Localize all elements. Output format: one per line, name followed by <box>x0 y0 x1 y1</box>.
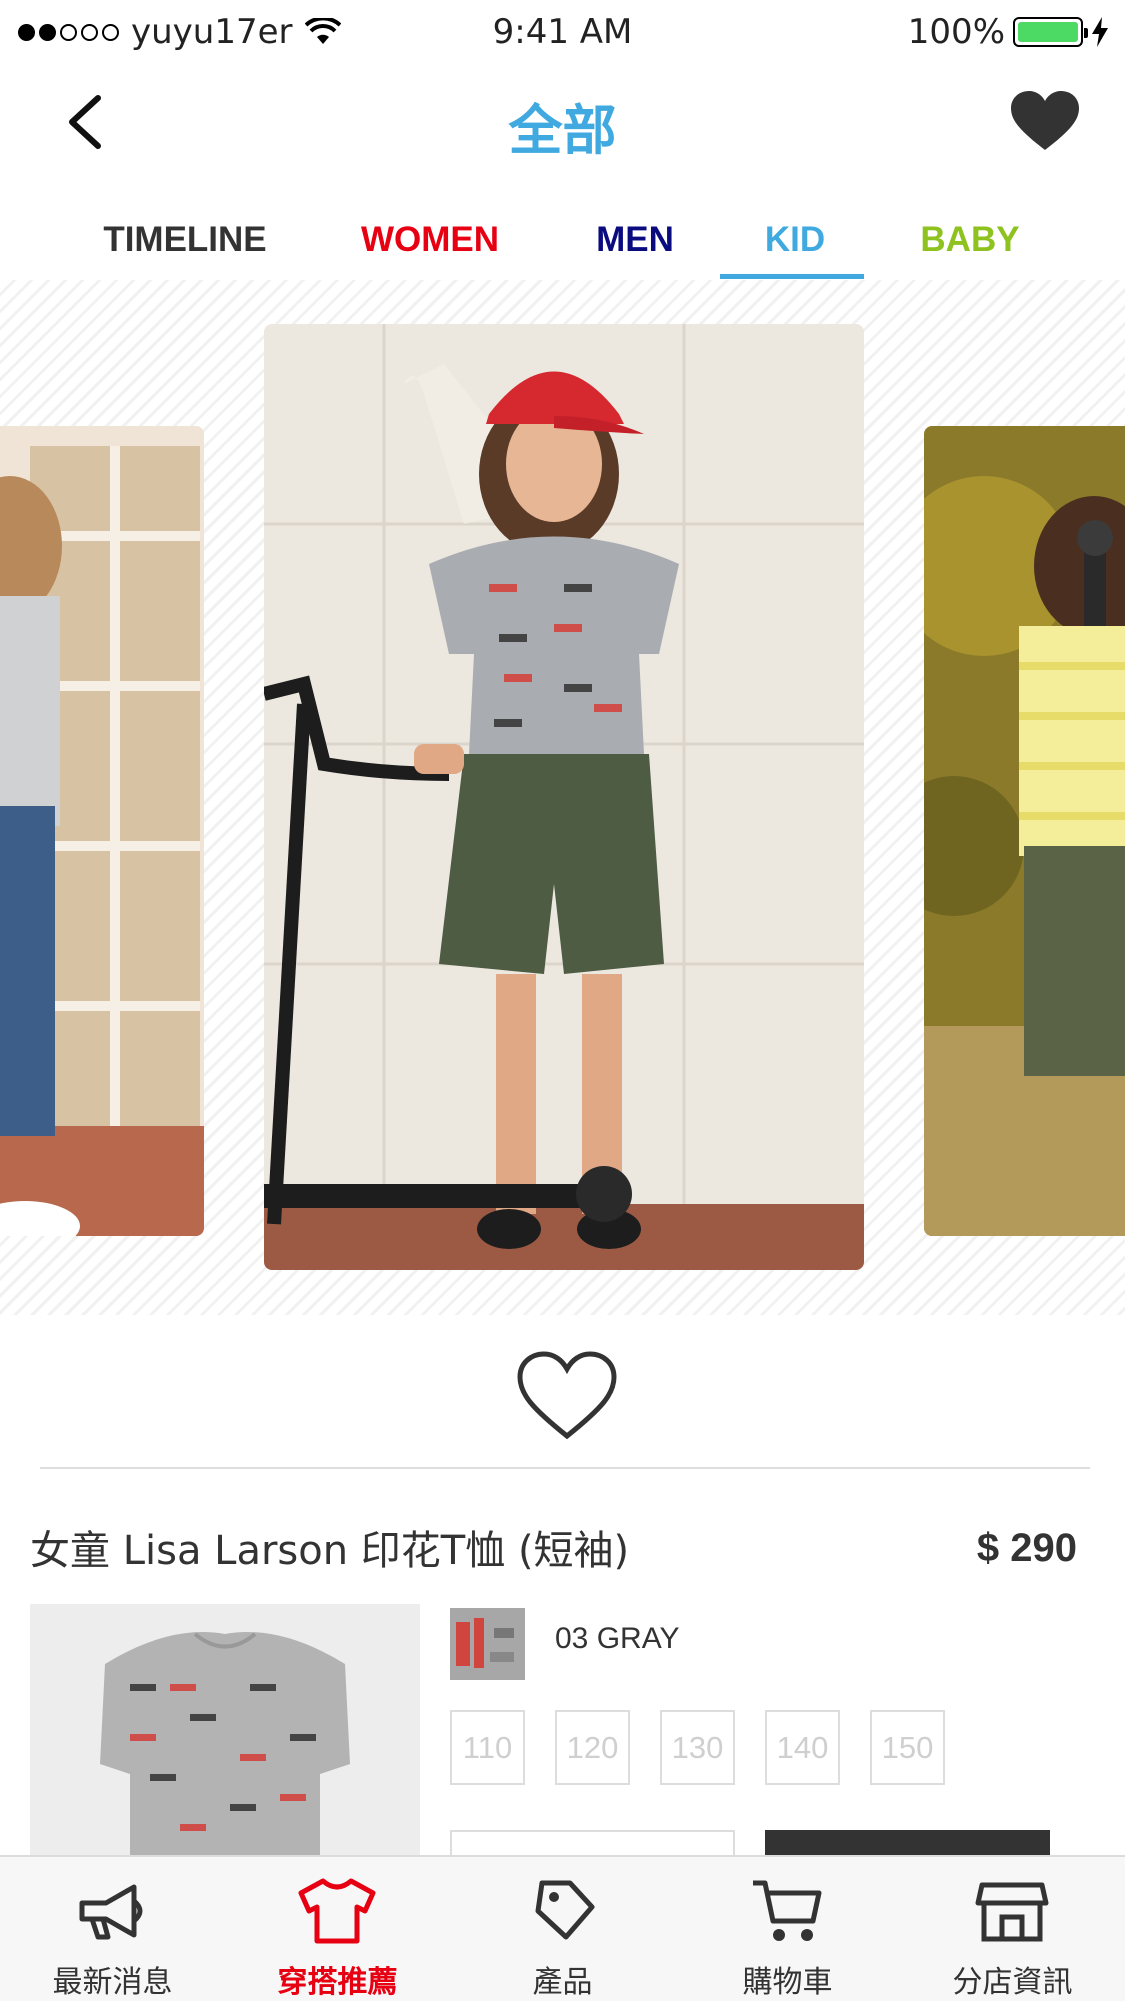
nav-bar: 全部 <box>0 66 1125 176</box>
tabbar-item-stores[interactable]: 分店資訊 <box>900 1857 1125 2001</box>
like-heart-icon[interactable] <box>516 1350 618 1442</box>
tabbar-label: 最新消息 <box>52 1965 173 2000</box>
status-bar: yuyu17er 9:41 AM 100% <box>0 0 1125 66</box>
tag-icon <box>535 1880 595 1940</box>
product-image[interactable] <box>30 1604 420 1864</box>
page-title: 全部 <box>508 99 617 162</box>
outfit-carousel[interactable] <box>0 280 1125 1315</box>
outfit-card-next[interactable] <box>924 426 1125 1236</box>
battery-percent: 100% <box>907 12 1005 52</box>
tshirt-icon <box>298 1878 376 1944</box>
bottom-tab-bar: 最新消息 穿搭推薦 產品 購物車 分店資訊 <box>0 1855 1125 2001</box>
tab-men[interactable]: MEN <box>570 220 700 260</box>
tabbar-label: 購物車 <box>742 1965 833 2000</box>
product-price: $ 290 <box>976 1526 1077 1570</box>
battery-status: 100% <box>908 12 1109 52</box>
size-options: 110 120 130 140 150 <box>450 1710 945 1785</box>
tabbar-label: 分店資訊 <box>952 1965 1073 2000</box>
gray-pattern-swatch <box>450 1608 525 1680</box>
color-swatch[interactable] <box>450 1608 525 1680</box>
size-option[interactable]: 140 <box>765 1710 840 1785</box>
size-option[interactable]: 130 <box>660 1710 735 1785</box>
category-tabs: TIMELINE WOMEN MEN KID BABY <box>0 210 1125 280</box>
tab-women[interactable]: WOMEN <box>345 220 515 260</box>
outfit-card-previous[interactable] <box>0 426 204 1236</box>
outfit-card-current[interactable] <box>264 324 864 1270</box>
tabbar-item-news[interactable]: 最新消息 <box>0 1857 225 2001</box>
section-divider <box>40 1467 1090 1469</box>
outfit-photo-next <box>924 426 1125 1236</box>
outfit-photo-current <box>264 324 864 1270</box>
megaphone-icon <box>79 1884 143 1940</box>
favorites-heart-icon[interactable] <box>1009 90 1081 152</box>
charging-bolt-icon <box>1092 17 1108 47</box>
size-option[interactable]: 150 <box>870 1710 945 1785</box>
size-option[interactable]: 110 <box>450 1710 525 1785</box>
gray-tshirt-image <box>100 1632 350 1864</box>
tab-kid[interactable]: KID <box>720 220 870 260</box>
store-icon <box>975 1882 1049 1942</box>
active-tab-indicator <box>720 274 864 279</box>
cart-icon <box>753 1880 822 1941</box>
tabbar-item-cart[interactable]: 購物車 <box>675 1857 900 2001</box>
color-name: 03 GRAY <box>555 1622 680 1655</box>
tab-timeline[interactable]: TIMELINE <box>95 220 275 260</box>
product-name: 女童 Lisa Larson 印花T恤 (短袖) <box>30 1528 630 1574</box>
tabbar-label: 穿搭推薦 <box>277 1965 398 2000</box>
outfit-photo-previous <box>0 426 204 1236</box>
tabbar-label: 產品 <box>532 1965 593 2000</box>
tabbar-item-products[interactable]: 產品 <box>450 1857 675 2001</box>
tabbar-item-outfits[interactable]: 穿搭推薦 <box>225 1857 450 2001</box>
battery-icon <box>1013 17 1088 47</box>
size-option[interactable]: 120 <box>555 1710 630 1785</box>
tab-baby[interactable]: BABY <box>900 220 1040 260</box>
